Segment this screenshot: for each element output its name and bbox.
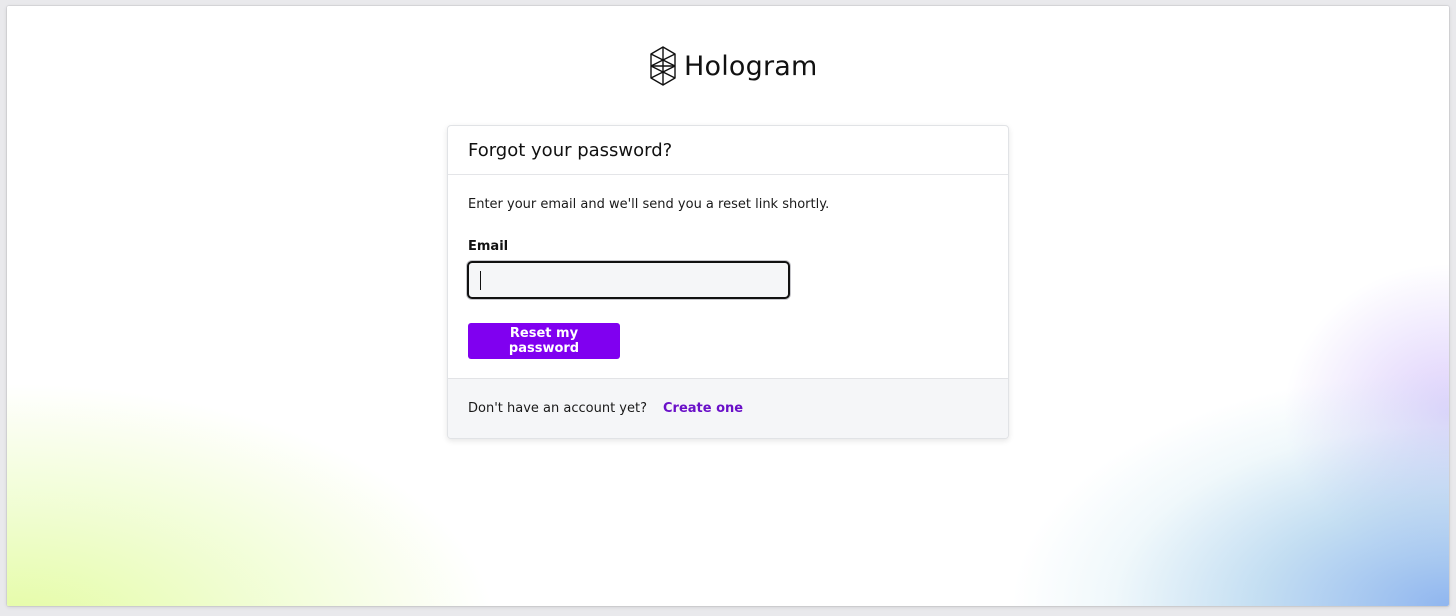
- page-title: Forgot your password?: [468, 139, 673, 161]
- browser-window: Hologram Forgot your password? Enter you…: [7, 6, 1449, 606]
- forgot-password-card: Forgot your password? Enter your email a…: [447, 125, 1009, 439]
- card-footer: Don't have an account yet? Create one: [448, 378, 1008, 438]
- brand-name: Hologram: [684, 50, 818, 82]
- create-account-link[interactable]: Create one: [663, 401, 743, 416]
- hologram-logo-icon: [650, 46, 676, 86]
- email-label: Email: [468, 239, 509, 254]
- instructions-text: Enter your email and we'll send you a re…: [468, 197, 830, 212]
- email-field[interactable]: [467, 261, 790, 299]
- signup-prompt-text: Don't have an account yet?: [468, 401, 647, 416]
- hologram-logo[interactable]: Hologram: [650, 46, 818, 86]
- text-cursor: [480, 271, 481, 290]
- card-header: Forgot your password?: [448, 126, 1008, 175]
- card-body: Enter your email and we'll send you a re…: [448, 175, 1008, 379]
- reset-password-button[interactable]: Reset my password: [468, 323, 620, 359]
